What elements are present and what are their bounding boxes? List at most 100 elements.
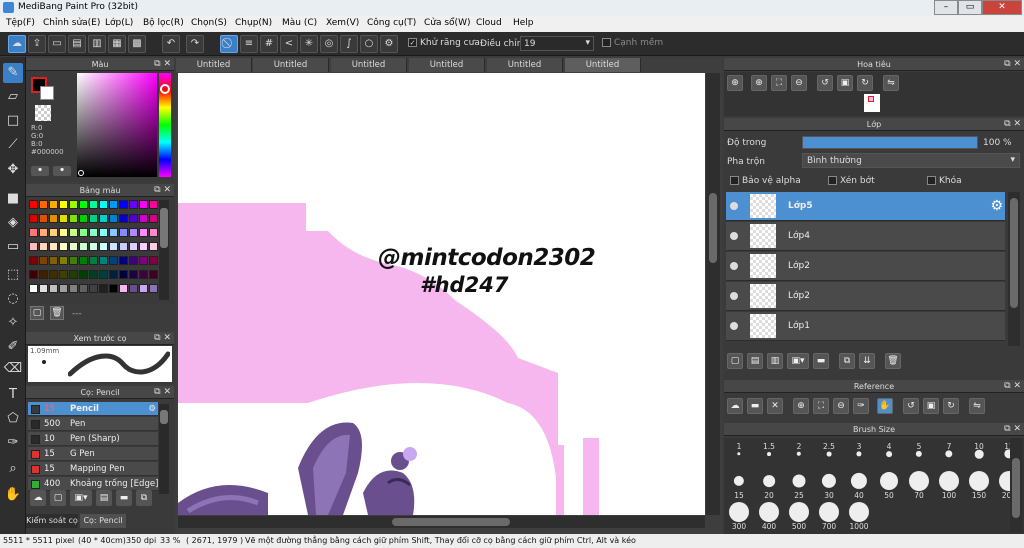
- brush-item[interactable]: 10 Pen (Sharp): [28, 432, 158, 446]
- palette-swatch[interactable]: [49, 256, 58, 265]
- tab-brush-control[interactable]: Kiểm soát cọ: [26, 514, 78, 528]
- brush-size-option[interactable]: 700: [814, 500, 844, 532]
- brush-settings-icon[interactable]: ▤: [96, 490, 112, 506]
- hue-cursor[interactable]: [160, 84, 170, 94]
- snap-off-icon[interactable]: ⃠: [220, 35, 238, 53]
- tab-untitled-5[interactable]: Untitled: [487, 58, 563, 72]
- merge-layer-icon[interactable]: ⇊: [859, 353, 875, 369]
- palette-scroll-thumb[interactable]: [160, 208, 168, 248]
- curve-snap-icon[interactable]: ∫: [340, 35, 358, 53]
- palette-swatch[interactable]: [89, 256, 98, 265]
- comment-icon[interactable]: ▭: [48, 35, 66, 53]
- canvas-hscroll-thumb[interactable]: [392, 518, 510, 526]
- grid-icon[interactable]: ▦: [108, 35, 126, 53]
- palette-swatch[interactable]: [149, 242, 158, 251]
- saturation-value-picker[interactable]: [77, 73, 157, 177]
- duplicate-brush-icon[interactable]: ⧉: [136, 490, 152, 506]
- menu-color[interactable]: Màu (C): [282, 18, 317, 28]
- vanishing-snap-icon[interactable]: <: [280, 35, 298, 53]
- canvas-horizontal-scrollbar[interactable]: [178, 516, 705, 528]
- new-8bit-layer-icon[interactable]: ▥: [767, 353, 783, 369]
- palette-swatch[interactable]: [99, 214, 108, 223]
- duplicate-layer-icon[interactable]: ⧉: [839, 353, 855, 369]
- palette-swatch[interactable]: [69, 256, 78, 265]
- protect-alpha-checkbox[interactable]: [730, 176, 739, 185]
- maximize-button[interactable]: ▭: [958, 0, 982, 15]
- ellipse-snap-icon[interactable]: ○: [360, 35, 378, 53]
- ref-hand-icon[interactable]: ✋: [877, 398, 893, 414]
- palette-swatch[interactable]: [39, 270, 48, 279]
- panel-close-icon[interactable]: ⧉ ✕: [154, 184, 171, 197]
- reference-cloud-icon[interactable]: ☁: [727, 398, 743, 414]
- palette-swatch[interactable]: [89, 242, 98, 251]
- tiles-icon[interactable]: ▩: [128, 35, 146, 53]
- background-color-swatch[interactable]: [40, 86, 54, 100]
- visibility-icon[interactable]: [730, 202, 738, 210]
- zoom-in-alt-icon[interactable]: ⊕: [751, 75, 767, 91]
- palette-swatch[interactable]: [99, 256, 108, 265]
- brush-size-option[interactable]: 500: [784, 500, 814, 532]
- tab-untitled-2[interactable]: Untitled: [253, 58, 329, 72]
- protect-alpha-toggle[interactable]: Bảo vệ alpha: [730, 176, 801, 186]
- ref-fit-window-icon[interactable]: ▣: [923, 398, 939, 414]
- palette-swatch[interactable]: [139, 214, 148, 223]
- menu-edit[interactable]: Chỉnh sửa(E): [43, 18, 100, 28]
- palette-swatch[interactable]: [79, 242, 88, 251]
- radial-snap-icon[interactable]: ✳: [300, 35, 318, 53]
- zoom-tool-icon[interactable]: ⌕: [3, 459, 23, 479]
- parallel-snap-icon[interactable]: ≡: [240, 35, 258, 53]
- palette-swatch[interactable]: [39, 256, 48, 265]
- palette-swatch[interactable]: [39, 242, 48, 251]
- delete-color-button[interactable]: 🗑: [50, 306, 64, 320]
- palette-swatch[interactable]: [139, 270, 148, 279]
- palette-swatch[interactable]: [99, 242, 108, 251]
- blend-mode-select[interactable]: Bình thường ▾: [802, 153, 1020, 168]
- palette-swatch[interactable]: [139, 200, 148, 209]
- visibility-icon[interactable]: [730, 322, 738, 330]
- panel-close-icon[interactable]: ⧉ ✕: [154, 58, 171, 71]
- new-layer-icon[interactable]: ▢: [727, 353, 743, 369]
- tab-untitled-6[interactable]: Untitled: [565, 58, 641, 72]
- brush-item[interactable]: 15 G Pen: [28, 447, 158, 461]
- palette-swatch[interactable]: [99, 200, 108, 209]
- new-folder-icon[interactable]: ▬: [813, 353, 829, 369]
- menu-layer[interactable]: Lớp(L): [105, 18, 133, 28]
- palette-swatch[interactable]: [29, 214, 38, 223]
- palette-swatch[interactable]: [59, 242, 68, 251]
- brush-tool-icon[interactable]: ✎: [3, 63, 23, 83]
- bucket-tool-icon[interactable]: ◈: [3, 213, 23, 233]
- palette-swatch[interactable]: [69, 242, 78, 251]
- folder-icon[interactable]: ▬: [116, 490, 132, 506]
- navigator-thumbnail[interactable]: [864, 94, 880, 112]
- brush-size-option[interactable]: 2: [784, 438, 814, 470]
- palette-mode-icon[interactable]: ⚫: [31, 166, 49, 176]
- palette-swatch[interactable]: [129, 228, 138, 237]
- layer-row[interactable]: Lớp2: [726, 252, 1005, 281]
- palette-swatch[interactable]: [149, 228, 158, 237]
- fit-window-icon[interactable]: ▣: [837, 75, 853, 91]
- ref-rotate-right-icon[interactable]: ↻: [943, 398, 959, 414]
- palette-swatch[interactable]: [79, 256, 88, 265]
- palette-swatch[interactable]: [129, 284, 138, 293]
- brush-item[interactable]: 15 Pencil ⚙: [28, 402, 158, 416]
- palette-swatch[interactable]: [79, 284, 88, 293]
- delete-layer-icon[interactable]: 🗑: [885, 353, 901, 369]
- palette-swatch[interactable]: [89, 228, 98, 237]
- brush-size-option[interactable]: 300: [724, 500, 754, 532]
- settings-icon[interactable]: ⚙: [380, 35, 398, 53]
- menu-window[interactable]: Cửa sổ(W): [424, 18, 470, 28]
- palette-swatch[interactable]: [139, 256, 148, 265]
- lasso-tool-icon[interactable]: ◌: [3, 289, 23, 309]
- palette-swatch[interactable]: [149, 214, 158, 223]
- layer-scroll-thumb[interactable]: [1010, 198, 1018, 308]
- palette-swatch[interactable]: [99, 270, 108, 279]
- ref-zoom-out-icon[interactable]: ⊖: [833, 398, 849, 414]
- ref-rotate-left-icon[interactable]: ↺: [903, 398, 919, 414]
- palette-swatch[interactable]: [59, 270, 68, 279]
- visibility-icon[interactable]: [730, 262, 738, 270]
- palette-swatch[interactable]: [29, 270, 38, 279]
- palette-swatch[interactable]: [69, 270, 78, 279]
- brush-size-option[interactable]: 400: [754, 500, 784, 532]
- palette-swatch[interactable]: [29, 200, 38, 209]
- zoom-in-icon[interactable]: ⊕: [727, 75, 743, 91]
